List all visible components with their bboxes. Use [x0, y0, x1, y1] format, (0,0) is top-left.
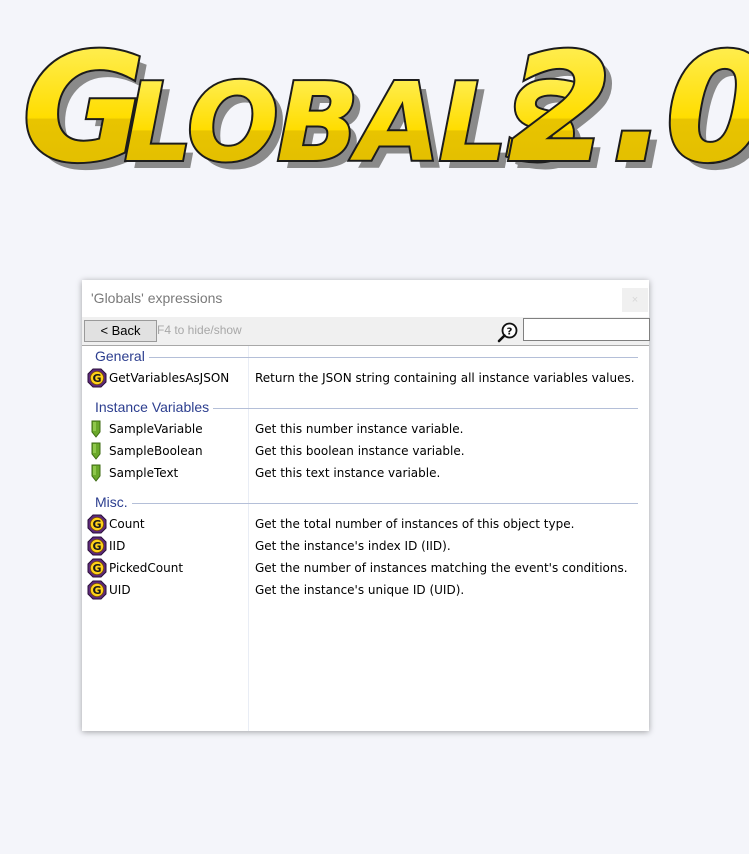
expression-description: Return the JSON string containing all in… — [255, 371, 635, 385]
expression-description: Get the instance's index ID (IID). — [255, 539, 451, 553]
expression-description: Get the number of instances matching the… — [255, 561, 628, 575]
globals-plugin-icon: G — [87, 514, 107, 534]
back-button[interactable]: < Back — [84, 320, 157, 342]
expression-name: GetVariablesAsJSON — [109, 371, 230, 385]
expression-description: Get the total number of instances of thi… — [255, 517, 575, 531]
svg-text:G: G — [92, 372, 101, 385]
expression-row[interactable]: G UID Get the instance's unique ID (UID). — [82, 579, 649, 601]
expressions-dialog: 'Globals' expressions × < Back F4 to hid… — [82, 280, 650, 731]
group-header: Instance Variables — [82, 397, 649, 417]
expression-description: Get this number instance variable. — [255, 422, 464, 436]
group-label: Instance Variables — [95, 397, 214, 417]
globals-plugin-icon: G — [87, 368, 107, 388]
dialog-toolbar: < Back F4 to hide/show ? — [82, 317, 650, 346]
instance-variable-tag-icon — [91, 442, 101, 460]
group-label: General — [95, 346, 149, 366]
search-help-icon[interactable]: ? — [497, 321, 519, 343]
expression-description: Get the instance's unique ID (UID). — [255, 583, 465, 597]
expression-row[interactable]: SampleVariable Get this number instance v… — [82, 418, 649, 440]
close-button[interactable]: × — [622, 288, 648, 312]
globals-plugin-icon: G — [87, 558, 107, 578]
dialog-titlebar: 'Globals' expressions × — [82, 280, 649, 317]
search-input[interactable] — [523, 318, 650, 341]
expression-row[interactable]: G Count Get the total number of instances … — [82, 513, 649, 535]
group-header: Misc. — [82, 492, 649, 512]
expression-name: SampleText — [109, 466, 179, 480]
expression-list: General G GetVariablesAsJSON Return the JSO… — [82, 346, 649, 731]
svg-text:G: G — [92, 584, 101, 597]
globals-plugin-icon: G — [87, 580, 107, 600]
group-divider-line — [95, 357, 638, 358]
expression-name: PickedCount — [109, 561, 184, 575]
instance-variable-tag-icon — [91, 420, 101, 438]
group-divider-line — [95, 503, 638, 504]
expression-name: Count — [109, 517, 145, 531]
expression-name: UID — [109, 583, 131, 597]
expression-row[interactable]: G GetVariablesAsJSON Return the JSON strin… — [82, 367, 649, 389]
expression-row[interactable]: SampleText Get this text instance variabl… — [82, 462, 649, 484]
expression-row[interactable]: SampleBoolean Get this boolean instance v… — [82, 440, 649, 462]
expression-row[interactable]: G PickedCount Get the number of instances … — [82, 557, 649, 579]
expression-description: Get this text instance variable. — [255, 466, 441, 480]
group-label: Misc. — [95, 492, 132, 512]
svg-text:2.0: 2.0 — [508, 22, 749, 196]
expression-name: SampleVariable — [109, 422, 203, 436]
globals-plugin-icon: G — [87, 536, 107, 556]
instance-variable-tag-icon — [91, 464, 101, 482]
group-header: General — [82, 346, 649, 366]
svg-text:?: ? — [507, 327, 513, 338]
expression-name: IID — [109, 539, 126, 553]
toggle-hint: F4 to hide/show — [157, 323, 242, 337]
svg-text:G: G — [92, 518, 101, 531]
globals-logo: G LOBALS 2.0 G LOBALS 2.0 — [20, 20, 749, 200]
svg-text:G: G — [92, 540, 101, 553]
expression-name: SampleBoolean — [109, 444, 203, 458]
svg-text:G: G — [92, 562, 101, 575]
dialog-title: 'Globals' expressions — [91, 290, 223, 306]
expression-row[interactable]: G IID Get the instance's index ID (IID). — [82, 535, 649, 557]
expression-description: Get this boolean instance variable. — [255, 444, 465, 458]
